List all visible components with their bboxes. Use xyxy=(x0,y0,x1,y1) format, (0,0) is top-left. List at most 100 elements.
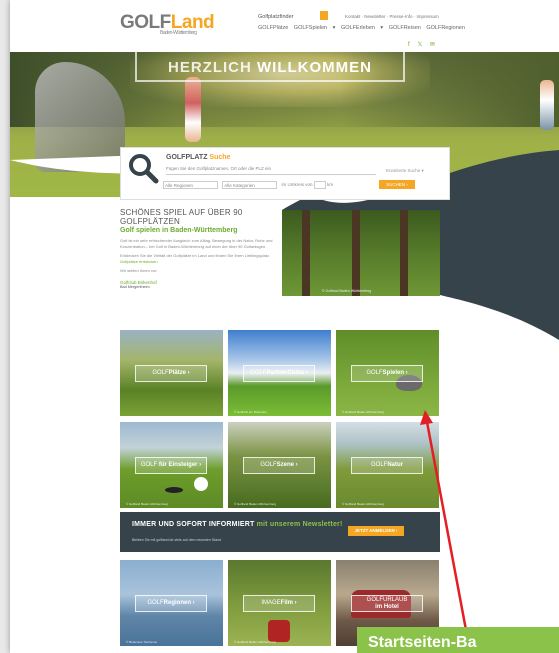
logo-subtitle: Baden-Württemberg xyxy=(160,30,197,36)
tile-label: GOLFRegionen › xyxy=(135,595,207,612)
tile-label-prefix: GOLF xyxy=(366,370,383,376)
tile-label-bold: Spielen › xyxy=(382,370,408,376)
category-select[interactable]: Alle Kategorien xyxy=(222,181,278,189)
search-filters: Alle Regionen Alle Kategorien im Umkreis… xyxy=(163,181,333,189)
intro-paragraph-2: Entdecken Sie die Vielfalt der Golfplätz… xyxy=(120,253,280,264)
tile-imagefilm[interactable]: IMAGEFilm › © Golfland Baden-Württemberg xyxy=(228,560,331,646)
tile-caption: © Golfland Baden-Württemberg xyxy=(234,502,277,506)
tile-caption: © Golfland Baden-Württemberg xyxy=(126,502,169,506)
search-submit-button[interactable]: SUCHEN › xyxy=(379,180,415,189)
tile-label-bold: Regionen › xyxy=(163,600,195,606)
tile-label-bold: PartnerClubs › xyxy=(266,370,308,376)
tile-label-bold: Plätze › xyxy=(168,370,190,376)
tree-trunk xyxy=(400,210,408,296)
tile-label: GOLFPlätze › xyxy=(135,365,207,382)
intro-subheadline: Golf spielen in Baden-Württemberg xyxy=(120,227,238,234)
search-input[interactable]: Fügen Sie den Golfplatznamen, Ort oder d… xyxy=(166,166,376,175)
tile-label: IMAGEFilm › xyxy=(243,595,315,612)
tile-label-prefix: GOLFURLAUB xyxy=(366,597,408,603)
newsletter-banner: IMMER UND SOFORT INFORMIERT mit unserem … xyxy=(120,512,440,552)
featured-club[interactable]: Golfclub Birkenhof Bad Mergentheim xyxy=(120,280,280,289)
radius-input[interactable] xyxy=(313,181,326,189)
tile-label: GOLFSzene › xyxy=(243,457,315,474)
region-select[interactable]: Alle Regionen xyxy=(163,181,218,189)
newsletter-signup-button[interactable]: JETZT ANMELDEN › xyxy=(348,526,404,536)
search-title-prefix: GOLFPLATZ xyxy=(166,154,208,161)
intro-link[interactable]: Golfplätze entdecken xyxy=(120,259,158,264)
tile-golfregionen[interactable]: GOLFRegionen › © Bodensee Tourismus xyxy=(120,560,223,646)
tile-label-prefix: GOLF xyxy=(370,462,388,468)
tile-label: GOLF für Einsteiger › xyxy=(135,457,207,474)
radius-label: im Umkreis von xyxy=(281,182,313,188)
image-caption: © Golfland Baden-Württemberg xyxy=(322,289,372,293)
top-nav[interactable]: Kontakt · Newsletter · Presse-Info · Imp… xyxy=(345,14,439,19)
tile-label-prefix: GOLF xyxy=(147,600,164,606)
main-nav: GOLFPlätze GOLFSpielen ▾ GOLFErleben ▾ G… xyxy=(258,25,465,31)
search-title-suffix: Suche xyxy=(209,154,231,161)
golfer-figure-2 xyxy=(540,80,554,130)
tile-label-prefix: GOLF xyxy=(152,370,169,376)
newsletter-title: IMMER UND SOFORT INFORMIERT mit unserem … xyxy=(132,521,343,528)
tile-label: GOLFNatur xyxy=(351,457,423,474)
nav-item-erleben[interactable]: GOLFErleben ▾ xyxy=(341,25,383,31)
intro-paragraph-1: Golf ist ein sehr erfrischender Ausgleic… xyxy=(120,238,273,249)
random-label: Wir stellen Ihnen vor: xyxy=(120,268,158,273)
social-icons[interactable]: f 𝕏 ✉ xyxy=(408,41,438,48)
km-label: km xyxy=(327,182,334,188)
welcome-bold: WILLKOMMEN xyxy=(257,59,372,76)
tile-label: GOLFPartnerClubs › xyxy=(243,365,315,382)
golf-hole-image xyxy=(165,487,183,493)
tile-label: GOLFURLAUB im Hotel xyxy=(351,595,423,612)
tile-label-bold: Film › xyxy=(280,600,297,606)
header-search-button[interactable] xyxy=(320,11,328,20)
golfer-figure xyxy=(185,77,201,142)
tile-partnerclubs[interactable]: GOLFPartnerClubs › © Golfclub am Rheinuf… xyxy=(228,330,331,416)
tile-label-prefix: IMAGE xyxy=(261,600,281,606)
nav-item-spielen[interactable]: GOLFSpielen ▾ xyxy=(294,25,336,31)
search-title: GOLFPLATZ Suche xyxy=(166,154,230,161)
tree-trunk xyxy=(352,210,360,296)
annotation-callout: Startseiten-Ba xyxy=(357,627,559,653)
newsletter-title-white: IMMER UND SOFORT INFORMIERT xyxy=(132,521,255,528)
site-header: GOLFLand Baden-Württemberg Golfplatzfind… xyxy=(10,0,559,52)
tile-golfspielen[interactable]: GOLFSpielen › © Golfland Baden-Württembe… xyxy=(336,330,439,416)
featured-club-title: Golfclub Birkenhof xyxy=(120,279,157,285)
nav-item-reisen[interactable]: GOLFReisen xyxy=(389,25,421,31)
tile-caption: © Golfland Baden-Württemberg xyxy=(342,502,385,506)
newsletter-subtitle: Bleiben Sie mit golfland.de stets auf de… xyxy=(132,538,221,542)
tile-caption: © Golfland Baden-Württemberg xyxy=(234,640,277,644)
intro-headline: SCHÖNES SPIEL AUF ÜBER 90 GOLFPLÄTZEN xyxy=(120,208,243,226)
tile-label-bold: für Einsteiger › xyxy=(158,462,202,468)
tile-label-prefix: GOLF xyxy=(140,462,158,468)
nav-item-plaetze[interactable]: GOLFPlätze xyxy=(258,25,288,31)
tree-trunk xyxy=(302,210,310,296)
tile-label-prefix: GOLF xyxy=(250,370,267,376)
intro-image: © Golfland Baden-Württemberg xyxy=(282,210,440,296)
golf-bag-image xyxy=(268,620,290,642)
header-search-label[interactable]: Golfplatzfinder xyxy=(258,14,293,20)
featured-club-location: Bad Mergentheim xyxy=(120,284,150,289)
search-icon xyxy=(129,154,159,184)
tile-caption: © Golfland Baden-Württemberg xyxy=(342,410,385,414)
welcome-light: HERZLICH xyxy=(168,59,252,76)
tile-caption: © Golfclub am Rheinufer xyxy=(234,410,267,414)
golfplatz-search-box: GOLFPLATZ Suche Fügen Sie den Golfplatzn… xyxy=(120,147,450,200)
tile-einsteiger[interactable]: GOLF für Einsteiger › © Golfland Baden-W… xyxy=(120,422,223,508)
newsletter-title-green: mit unserem Newsletter! xyxy=(256,521,343,528)
tile-golfszene[interactable]: GOLFSzene › © Golfland Baden-Württemberg xyxy=(228,422,331,508)
intro-paragraph-2-text: Entdecken Sie die Vielfalt der Golfplätz… xyxy=(120,253,271,258)
nav-item-regionen[interactable]: GOLFRegionen xyxy=(426,25,465,31)
tile-caption: © Bodensee Tourismus xyxy=(126,640,158,644)
welcome-sign: HERZLICH WILLKOMMEN xyxy=(135,52,405,82)
tile-label-bold: Natur xyxy=(387,462,403,468)
tile-label-bold: Szene › xyxy=(276,462,298,468)
tile-label-bold: im Hotel xyxy=(375,604,399,610)
golf-ball-image xyxy=(194,477,208,491)
tile-golfnatur[interactable]: GOLFNatur © Golfland Baden-Württemberg xyxy=(336,422,439,508)
tile-golfplaetze[interactable]: GOLFPlätze › xyxy=(120,330,223,416)
site-logo[interactable]: GOLFLand Baden-Württemberg xyxy=(120,12,215,36)
advanced-search-toggle[interactable]: Erweiterte Suche ▾ xyxy=(386,168,424,174)
tile-label: GOLFSpielen › xyxy=(351,365,423,382)
page-sheet: GOLFLand Baden-Württemberg Golfplatzfind… xyxy=(10,0,559,653)
intro-section: SCHÖNES SPIEL AUF ÜBER 90 GOLFPLÄTZEN Go… xyxy=(120,208,280,289)
